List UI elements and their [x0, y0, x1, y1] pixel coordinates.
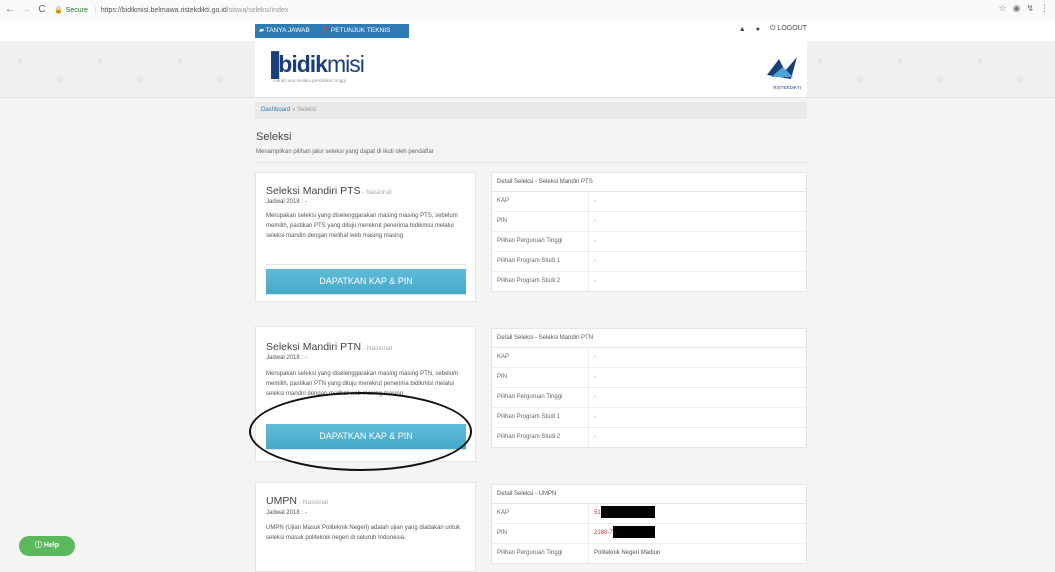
detail-table-pts: Detail Seleksi - Seleksi Mandiri PTS KAP… — [491, 172, 807, 292]
table-row: KAP - — [492, 192, 806, 212]
card-title: UMPN — [266, 495, 297, 507]
comment-icon: ▰ — [259, 27, 264, 34]
url-host: https://bidikmisi.belmawa.ristekdikti.go… — [100, 6, 227, 14]
card-schedule: Jadwal 2018 : - — [266, 355, 307, 361]
logo-tagline: meraih asa melalui pendidikan tinggi — [273, 78, 346, 83]
card-title: Seleksi Mandiri PTN — [266, 341, 362, 353]
lock-icon: 🔒 — [54, 7, 63, 14]
site-header: ▐bidikmisi meraih asa melalui pendidikan… — [0, 41, 1055, 98]
detail-table-ptn: Detail Seleksi - Seleksi Mandiri PTN KAP… — [491, 328, 807, 448]
extension-icon-2[interactable]: ↯ — [1026, 3, 1034, 14]
get-kap-pin-button-pts[interactable]: DAPATKAN KAP & PIN — [266, 269, 466, 294]
table-row: Pilihan Perguruan Tinggi - — [492, 388, 806, 408]
ristekdikti-logo-icon — [767, 57, 797, 79]
table-row: Pilihan Program Studi 1- — [492, 252, 806, 272]
menu-icon[interactable]: ⋮ — [1040, 3, 1049, 14]
question-circle-icon: ❓ — [321, 27, 330, 34]
table-row: PIN 2180-7 — [492, 524, 806, 544]
detail-title: Detail Seleksi - Seleksi Mandiri PTN — [492, 329, 806, 348]
user-icon[interactable]: ● — [756, 26, 760, 33]
card-schedule: Jadwal 2018 : - — [266, 199, 307, 205]
selection-card-pts: Seleksi Mandiri PTS - Nasional Jadwal 20… — [255, 172, 476, 302]
help-button[interactable]: ⓘ Help — [19, 536, 75, 556]
tanya-jawab-button[interactable]: ▰ TANYA JAWAB — [255, 24, 323, 38]
main-content: Dashboard » Seleksi Seleksi Menampilkan … — [255, 98, 807, 572]
card-title: Seleksi Mandiri PTS — [266, 185, 361, 197]
selection-card-umpn: UMPN - Nasional Jadwal 2018 : - UMPN (Uj… — [255, 482, 476, 572]
table-row: KAP 51 — [492, 504, 806, 524]
logout-link[interactable]: ⏻ LOGOUT — [770, 25, 807, 33]
redaction-box — [612, 526, 655, 539]
secure-label: Secure — [65, 6, 88, 14]
detail-title: Detail Seleksi - UMPN — [492, 485, 806, 504]
table-row: PIN - — [492, 212, 806, 232]
table-row: KAP - — [492, 348, 806, 368]
back-icon[interactable]: ← — [4, 4, 16, 16]
card-description: Merupakan seleksi yang diselenggarakan m… — [266, 213, 458, 239]
help-circle-icon: ⓘ — [34, 542, 42, 549]
star-icon[interactable]: ☆ — [999, 3, 1007, 14]
detail-title: Detail Seleksi - Seleksi Mandiri PTS — [492, 173, 806, 192]
top-navigation: ▰ TANYA JAWAB ❓ PETUNJUK TEKNIS ▲ ● ⏻ LO… — [0, 20, 1055, 41]
bell-icon[interactable]: ▲ — [739, 26, 746, 33]
detail-table-umpn: Detail Seleksi - UMPN KAP 51 PIN 2180-7 Pi… — [491, 484, 807, 564]
table-row: Pilihan Perguruan Tinggi Politeknik Neger… — [492, 544, 806, 563]
table-row: Pilihan Perguruan Tinggi - — [492, 232, 806, 252]
forward-icon[interactable]: → — [20, 4, 32, 16]
card-schedule: Jadwal 2018 : - — [266, 510, 307, 516]
petunjuk-teknis-button[interactable]: ❓ PETUNJUK TEKNIS — [317, 24, 409, 38]
breadcrumb-current: Seleksi — [297, 107, 317, 113]
redaction-box — [600, 506, 655, 519]
url-path: /siswa/seleksi/index — [226, 6, 289, 14]
extension-icon[interactable]: ◉ — [1013, 3, 1021, 14]
highlight-ellipse — [249, 392, 472, 471]
page-title: Seleksi — [256, 131, 292, 143]
breadcrumb-dashboard[interactable]: Dashboard — [261, 107, 290, 113]
table-row: PIN - — [492, 368, 806, 388]
reload-icon[interactable]: C — [36, 4, 48, 16]
table-row: Pilihan Program Studi 1- — [492, 408, 806, 428]
power-icon: ⏻ — [769, 25, 776, 32]
table-row: Pilihan Program Studi 2- — [492, 272, 806, 291]
breadcrumb: Dashboard » Seleksi — [255, 102, 807, 119]
table-row: Pilihan Program Studi 2- — [492, 428, 806, 447]
page-subtitle: Menampilkan pilihan jalur seleksi yang d… — [256, 149, 434, 155]
partner-label: RISTEKDIKTI — [773, 85, 801, 90]
bidikmisi-logo[interactable]: ▐bidikmisi — [263, 51, 365, 78]
address-bar[interactable]: 🔒 Secure | https://bidikmisi.belmawa.ris… — [54, 6, 289, 15]
card-description: UMPN (Ujian Masuk Politeknik Negeri) ada… — [266, 525, 461, 541]
browser-toolbar: ← → C 🔒 Secure | https://bidikmisi.belma… — [0, 0, 1055, 21]
